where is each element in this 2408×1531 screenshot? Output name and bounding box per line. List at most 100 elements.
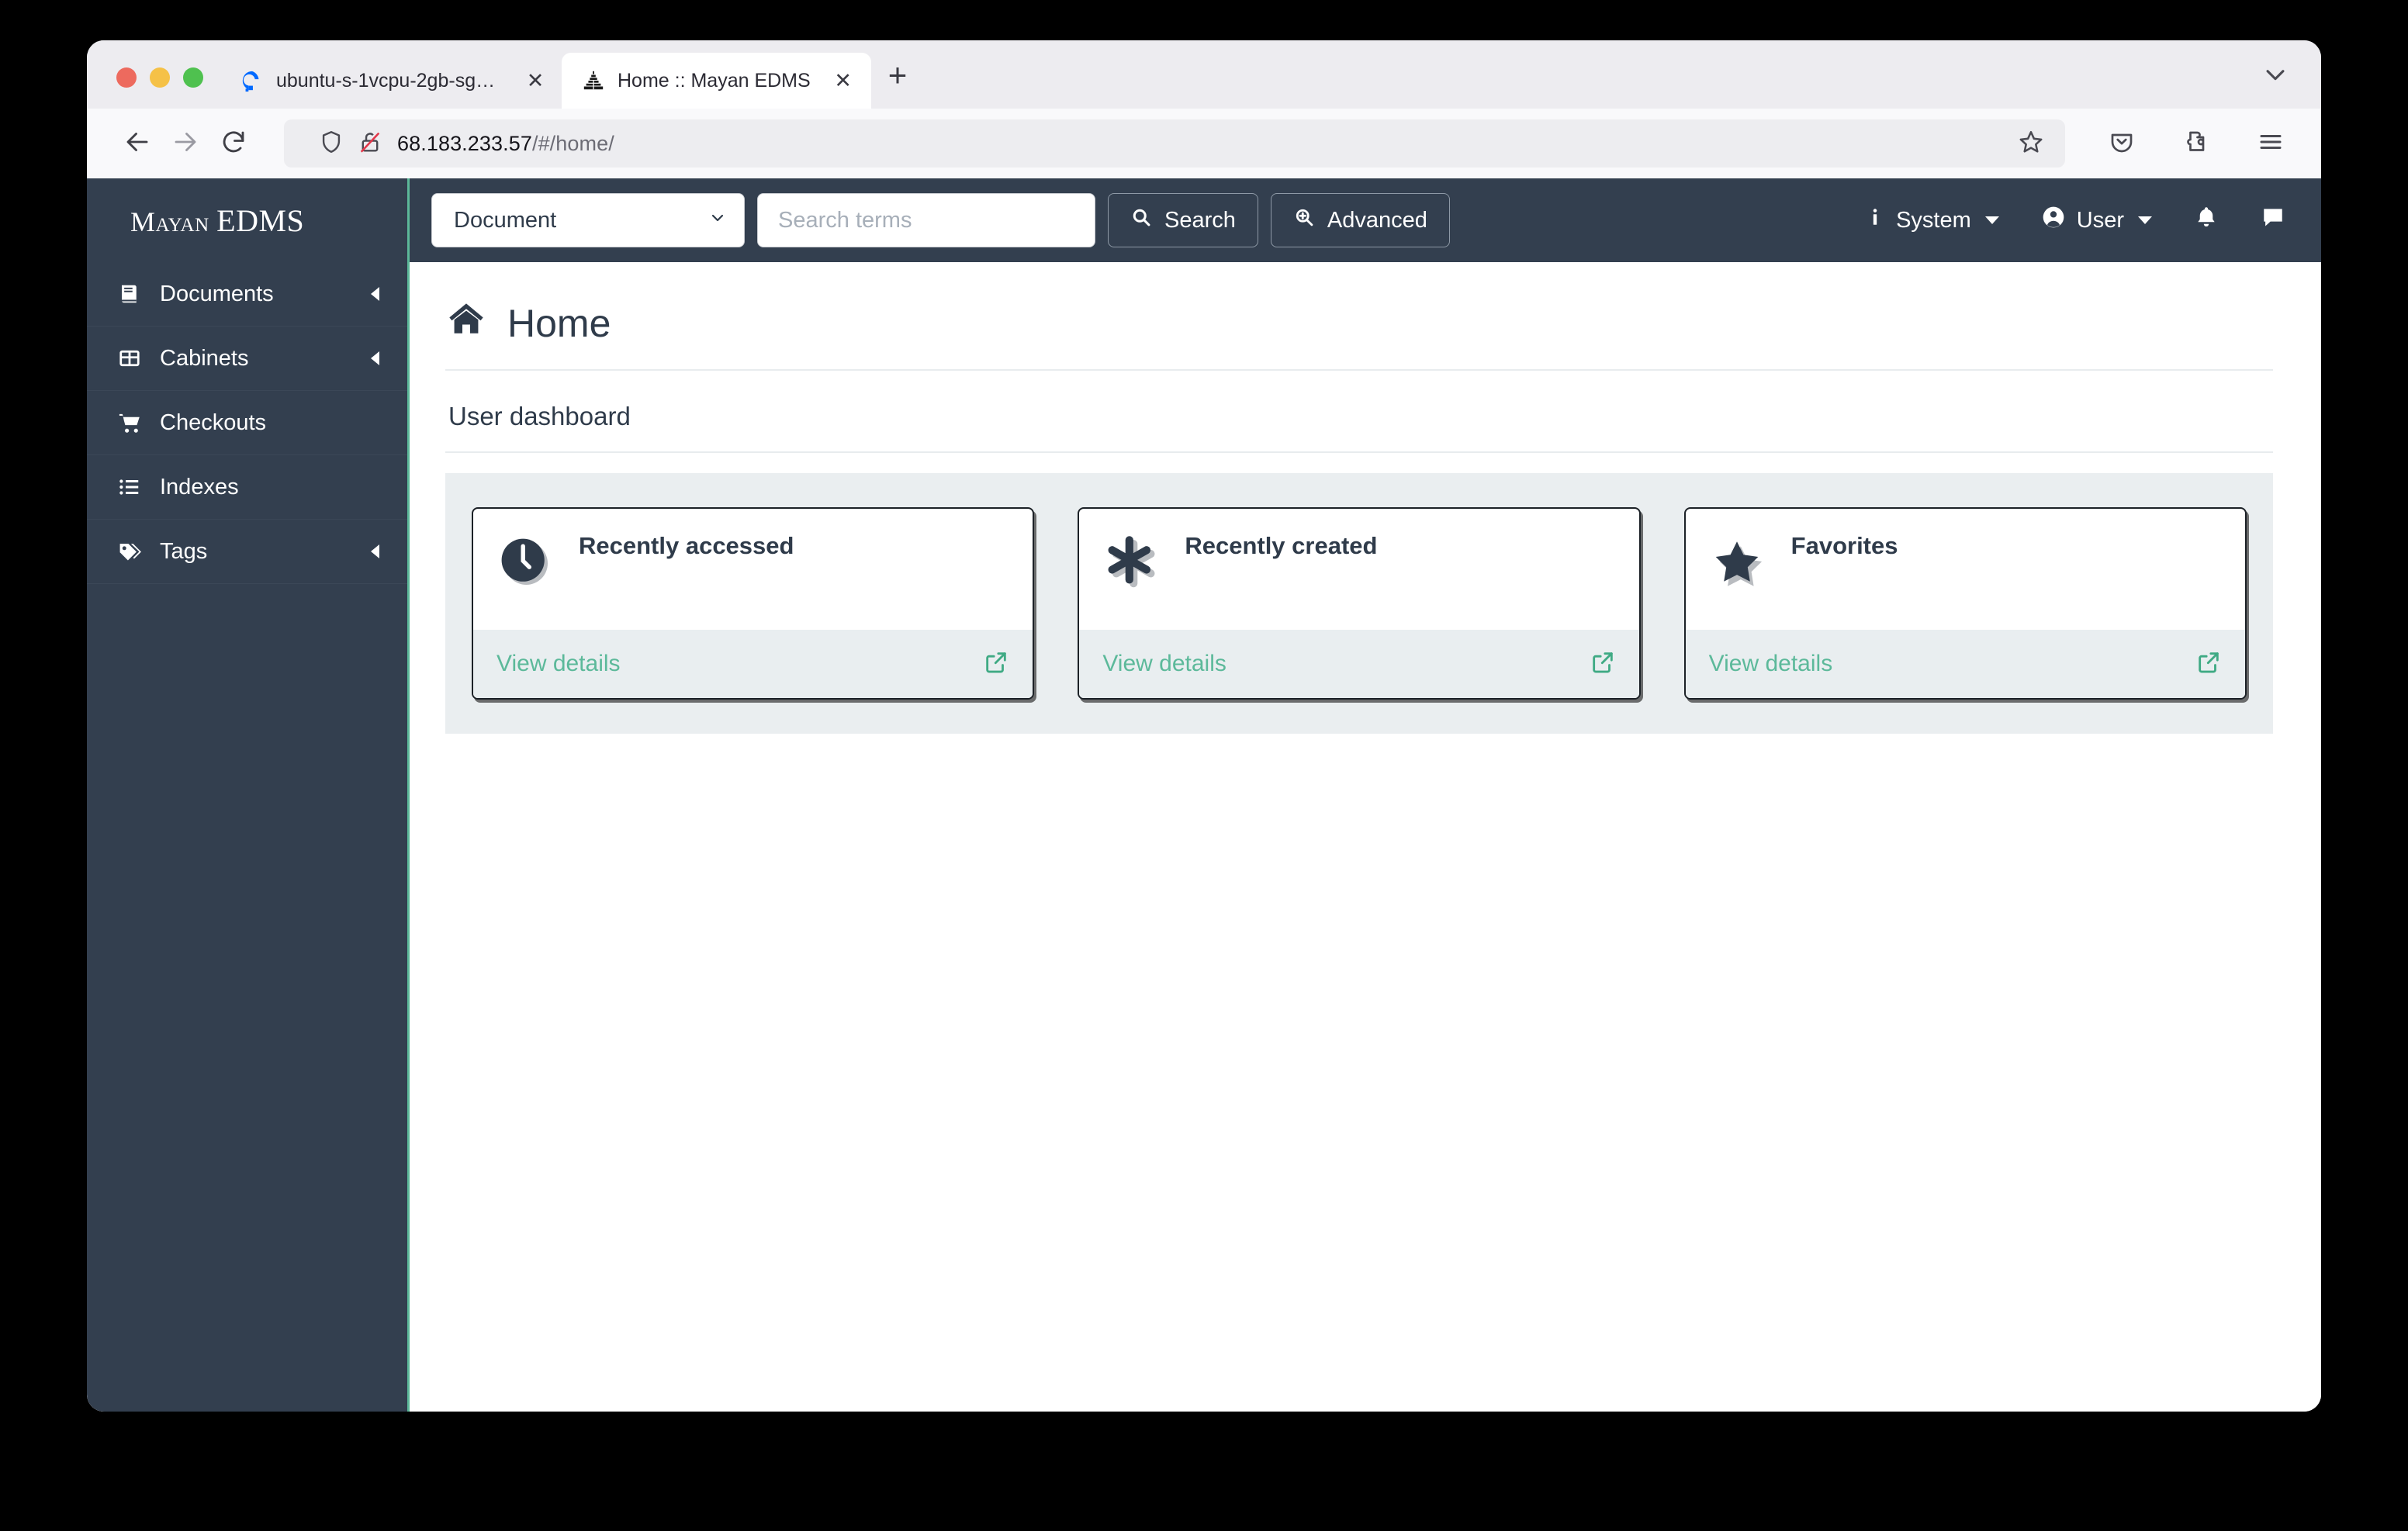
sidebar-item-checkouts[interactable]: Checkouts bbox=[87, 391, 407, 455]
window-controls bbox=[106, 67, 220, 109]
caret-down-icon bbox=[2138, 216, 2152, 224]
card-footer[interactable]: View details bbox=[473, 630, 1033, 698]
chevron-down-icon bbox=[708, 208, 727, 233]
browser-tab-mayan[interactable]: Home :: Mayan EDMS ✕ bbox=[562, 53, 871, 109]
extensions-button[interactable] bbox=[2172, 119, 2220, 168]
reload-button[interactable] bbox=[209, 119, 258, 168]
address-bar[interactable]: 68.183.233.57/#/home/ bbox=[284, 119, 2065, 168]
search-input[interactable]: Search terms bbox=[757, 193, 1095, 247]
pocket-save-button[interactable] bbox=[2098, 119, 2146, 168]
user-menu[interactable]: User bbox=[2041, 205, 2152, 236]
magnifier-icon bbox=[1130, 206, 1152, 234]
sidebar-item-label: Checkouts bbox=[160, 410, 267, 435]
columns-icon bbox=[116, 347, 143, 370]
chevron-left-icon bbox=[371, 544, 379, 558]
card-footer[interactable]: View details bbox=[1079, 630, 1639, 698]
main-column: Document Search terms Search Advanced Sy… bbox=[410, 178, 2321, 1412]
search-placeholder: Search terms bbox=[778, 207, 912, 233]
user-circle-icon bbox=[2041, 205, 2066, 236]
view-details-link[interactable]: View details bbox=[496, 651, 621, 677]
message-bubble-icon bbox=[2261, 205, 2285, 236]
forward-button[interactable] bbox=[161, 119, 209, 168]
messages-button[interactable] bbox=[2261, 205, 2285, 236]
mayan-pyramid-icon bbox=[582, 69, 605, 92]
bookmark-button[interactable] bbox=[2017, 128, 2048, 160]
bell-icon bbox=[2194, 205, 2219, 236]
book-icon bbox=[116, 282, 143, 306]
external-link-icon[interactable] bbox=[983, 649, 1009, 679]
sidebar-nav: Documents Cabinets Checkouts Indexes Tag… bbox=[87, 262, 407, 1412]
insecure-lock-icon[interactable] bbox=[357, 129, 383, 159]
sidebar-item-label: Cabinets bbox=[160, 345, 249, 371]
info-icon bbox=[1865, 206, 1885, 234]
dashboard-card-recently-created[interactable]: Recently created View details bbox=[1078, 507, 1641, 700]
star-outline-icon bbox=[2017, 128, 2045, 160]
browser-tab-ubuntu[interactable]: ubuntu-s-1vcpu-2gb-sgp1-01 - ✕ bbox=[220, 53, 562, 109]
dashboard-panel: Recently accessed View details Recently … bbox=[445, 473, 2273, 734]
advanced-search-button[interactable]: Advanced bbox=[1270, 193, 1450, 247]
digitalocean-icon bbox=[240, 69, 264, 92]
system-menu[interactable]: System bbox=[1865, 206, 1999, 234]
back-button[interactable] bbox=[113, 119, 161, 168]
new-tab-button[interactable]: + bbox=[871, 59, 920, 109]
sidebar-item-documents[interactable]: Documents bbox=[87, 262, 407, 327]
brand-area[interactable]: Mayan EDMS bbox=[87, 178, 407, 262]
top-toolbar: Document Search terms Search Advanced Sy… bbox=[410, 178, 2321, 262]
tab-list-dropdown[interactable] bbox=[2262, 61, 2289, 92]
section-title: User dashboard bbox=[445, 371, 2273, 453]
app-logo: Mayan EDMS bbox=[130, 202, 304, 239]
close-tab-button[interactable]: ✕ bbox=[524, 70, 546, 92]
arrow-left-icon bbox=[123, 128, 151, 160]
sidebar-item-cabinets[interactable]: Cabinets bbox=[87, 327, 407, 391]
sidebar-item-indexes[interactable]: Indexes bbox=[87, 455, 407, 520]
shopping-cart-icon bbox=[116, 411, 143, 435]
maximize-window-button[interactable] bbox=[183, 67, 203, 88]
dashboard-card-recently-accessed[interactable]: Recently accessed View details bbox=[472, 507, 1035, 700]
tab-strip: ubuntu-s-1vcpu-2gb-sgp1-01 - ✕ bbox=[87, 40, 2321, 109]
tab-title: Home :: Mayan EDMS bbox=[618, 69, 811, 92]
browser-toolbar-actions bbox=[2085, 119, 2295, 168]
chevron-left-icon bbox=[371, 351, 379, 365]
magnifier-plus-icon bbox=[1293, 206, 1315, 234]
minimize-window-button[interactable] bbox=[150, 67, 170, 88]
star-icon bbox=[1709, 534, 1765, 589]
card-title: Recently created bbox=[1185, 532, 1378, 559]
topbar-actions: System User bbox=[1865, 205, 2285, 236]
search-scope-select[interactable]: Document bbox=[431, 193, 745, 247]
app-menu-button[interactable] bbox=[2247, 119, 2295, 168]
close-tab-button[interactable]: ✕ bbox=[831, 70, 856, 92]
sidebar-item-label: Documents bbox=[160, 281, 274, 306]
user-menu-label: User bbox=[2076, 207, 2124, 233]
view-details-link[interactable]: View details bbox=[1709, 651, 1833, 677]
search-button[interactable]: Search bbox=[1108, 193, 1258, 247]
asterisk-icon bbox=[1102, 534, 1158, 589]
external-link-icon[interactable] bbox=[1590, 649, 1616, 679]
page-title: Home bbox=[445, 299, 2273, 371]
browser-window: ubuntu-s-1vcpu-2gb-sgp1-01 - ✕ bbox=[87, 40, 2321, 1412]
hamburger-menu-icon bbox=[2257, 128, 2285, 160]
caret-down-icon bbox=[1984, 216, 1999, 224]
close-window-button[interactable] bbox=[116, 67, 137, 88]
sidebar: Mayan EDMS Documents Cabinets Checkouts … bbox=[87, 178, 410, 1412]
dashboard-card-favorites[interactable]: Favorites View details bbox=[1683, 507, 2247, 700]
shield-icon[interactable] bbox=[318, 129, 344, 159]
app-viewport: Mayan EDMS Documents Cabinets Checkouts … bbox=[87, 178, 2321, 1412]
arrow-right-icon bbox=[171, 128, 199, 160]
card-title: Favorites bbox=[1790, 532, 1898, 559]
extensions-puzzle-icon bbox=[2182, 128, 2210, 160]
search-button-label: Search bbox=[1164, 207, 1236, 233]
clock-icon bbox=[496, 534, 552, 589]
tags-icon bbox=[116, 540, 143, 564]
navigation-toolbar: 68.183.233.57/#/home/ bbox=[87, 109, 2321, 178]
view-details-link[interactable]: View details bbox=[1102, 651, 1226, 677]
url-path: /#/home/ bbox=[531, 131, 614, 155]
home-icon bbox=[445, 299, 487, 347]
notifications-button[interactable] bbox=[2194, 205, 2219, 236]
system-menu-label: System bbox=[1896, 207, 1971, 233]
card-footer[interactable]: View details bbox=[1685, 630, 2245, 698]
url-text: 68.183.233.57/#/home/ bbox=[397, 132, 2003, 156]
external-link-icon[interactable] bbox=[2195, 649, 2222, 679]
sidebar-item-tags[interactable]: Tags bbox=[87, 520, 407, 584]
brand-large: EDMS bbox=[216, 202, 305, 238]
advanced-search-button-label: Advanced bbox=[1327, 207, 1427, 233]
